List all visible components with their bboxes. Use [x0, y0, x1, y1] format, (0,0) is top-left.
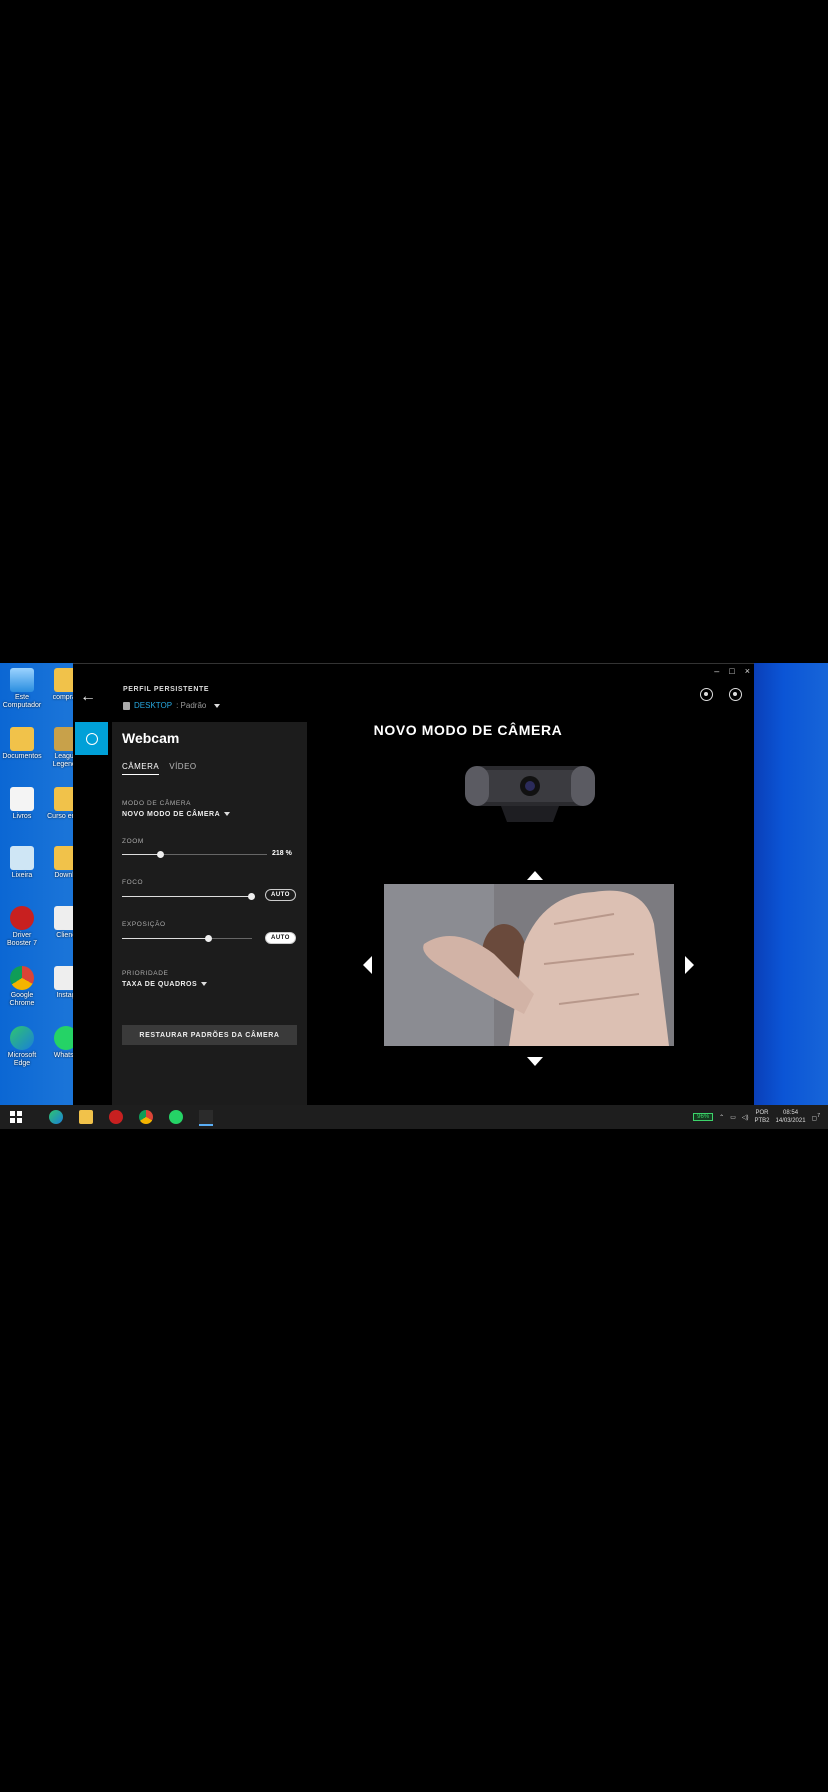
- zoom-slider[interactable]: [122, 851, 267, 858]
- taskbar-ghub-icon[interactable]: [199, 1110, 213, 1126]
- taskbar-chrome-icon[interactable]: [139, 1110, 153, 1124]
- volume-icon[interactable]: ◁): [742, 1114, 749, 1121]
- driver-booster-icon: [10, 906, 34, 930]
- camera-mode-select[interactable]: NOVO MODO DE CÂMERA: [122, 811, 231, 818]
- exposure-label: EXPOSIÇÃO: [122, 921, 166, 928]
- taskbar-file-explorer-icon[interactable]: [79, 1110, 93, 1124]
- profile-sub: : Padrão: [176, 701, 207, 710]
- profile-selector[interactable]: DESKTOP : Padrão: [123, 701, 221, 710]
- left-rail: [73, 722, 110, 1106]
- profile-label: PERFIL PERSISTENTE: [123, 686, 210, 693]
- chevron-down-icon: [224, 812, 231, 817]
- pan-down-button[interactable]: [527, 1057, 543, 1066]
- start-button[interactable]: [9, 1110, 23, 1124]
- windows-icon: [10, 1111, 22, 1123]
- desktop-icon-google-chrome[interactable]: Google Chrome: [0, 966, 44, 1008]
- notification-center-button[interactable]: ▢7: [812, 1113, 820, 1122]
- desktop-icon-microsoft-edge[interactable]: Microsoft Edge: [0, 1026, 44, 1068]
- desktop-icon-este-computador[interactable]: Este Computador: [0, 668, 44, 710]
- main-title: NOVO MODO DE CÂMERA: [373, 722, 563, 738]
- webcam-device-image: [465, 766, 595, 822]
- screen: Este Computador compras Documentos Leagu…: [0, 663, 828, 1129]
- chrome-icon: [10, 966, 34, 990]
- exposure-slider-thumb[interactable]: [204, 935, 212, 942]
- account-icon[interactable]: [729, 688, 742, 701]
- pdf-icon: [10, 787, 34, 811]
- panel-title: Webcam: [122, 730, 180, 746]
- pan-left-button[interactable]: [363, 956, 372, 974]
- zoom-slider-fill: [122, 854, 160, 855]
- desktop-icon-lixeira[interactable]: Lixeira: [0, 846, 44, 880]
- priority-label: PRIORIDADE: [122, 970, 169, 977]
- folder-icon: [10, 727, 34, 751]
- tray-overflow-chevron-icon[interactable]: ⌃: [719, 1114, 724, 1121]
- focus-slider[interactable]: [122, 893, 255, 900]
- zoom-label: ZOOM: [122, 838, 144, 845]
- exposure-slider[interactable]: [122, 935, 252, 942]
- webcam-icon: [85, 732, 98, 745]
- maximize-button[interactable]: □: [729, 666, 734, 676]
- zoom-value: 218 %: [272, 850, 292, 857]
- focus-auto-toggle[interactable]: AUTO: [265, 889, 296, 901]
- network-icon[interactable]: ▭: [730, 1114, 736, 1121]
- taskbar-whatsapp-icon[interactable]: [169, 1110, 183, 1124]
- profile-value: DESKTOP: [134, 701, 173, 710]
- tab-video[interactable]: VÍDEO: [169, 762, 196, 775]
- desktop-icon-documentos[interactable]: Documentos: [0, 727, 44, 761]
- close-button[interactable]: ×: [745, 666, 750, 676]
- taskbar: 96% ⌃ ▭ ◁) POR PTB2 08:54 14/03/2021 ▢7: [0, 1105, 828, 1129]
- camera-feed-image: [384, 884, 674, 1046]
- minimize-button[interactable]: –: [714, 666, 719, 676]
- computer-icon: [10, 668, 34, 692]
- lock-icon: [123, 701, 130, 710]
- exposure-slider-fill: [122, 938, 208, 939]
- rail-item-webcam[interactable]: [75, 722, 108, 755]
- chevron-down-icon: [201, 982, 208, 987]
- tab-camera[interactable]: CÂMERA: [122, 762, 160, 775]
- chevron-down-icon: [214, 703, 221, 708]
- priority-select[interactable]: TAXA DE QUADROS: [122, 981, 208, 988]
- pan-right-button[interactable]: [685, 956, 694, 974]
- desktop-icon-livros[interactable]: Livros: [0, 787, 44, 821]
- taskbar-edge-icon[interactable]: [49, 1110, 63, 1124]
- desktop-background-right: [754, 663, 828, 1105]
- window-controls: – □ ×: [714, 666, 750, 676]
- notification-count: 7: [817, 1112, 820, 1119]
- restore-defaults-button[interactable]: RESTAURAR PADRÕES DA CÂMERA: [122, 1025, 297, 1045]
- recycle-bin-icon: [10, 846, 34, 870]
- zoom-slider-thumb[interactable]: [156, 851, 164, 858]
- tabs: CÂMERA VÍDEO: [122, 762, 197, 775]
- battery-indicator[interactable]: 96%: [693, 1113, 714, 1121]
- desktop-icon-driver-booster[interactable]: Driver Booster 7: [0, 906, 44, 948]
- language-indicator[interactable]: POR PTB2: [755, 1109, 770, 1125]
- gear-icon[interactable]: [700, 688, 713, 701]
- focus-slider-fill: [122, 896, 251, 897]
- clock[interactable]: 08:54 14/03/2021: [776, 1109, 806, 1125]
- camera-preview: [384, 884, 674, 1046]
- settings-panel: Webcam CÂMERA VÍDEO MODO DE CÂMERA NOVO …: [112, 722, 307, 1106]
- focus-slider-thumb[interactable]: [247, 893, 255, 900]
- taskbar-driver-booster-icon[interactable]: [109, 1110, 123, 1124]
- edge-icon: [10, 1026, 34, 1050]
- back-button[interactable]: ←: [80, 688, 96, 706]
- exposure-auto-toggle[interactable]: AUTO: [265, 932, 296, 944]
- top-icons: [700, 688, 742, 701]
- camera-mode-label: MODO DE CÂMERA: [122, 800, 192, 807]
- pan-up-button[interactable]: [527, 871, 543, 880]
- focus-label: FOCO: [122, 879, 144, 886]
- logitech-g-hub-window: – □ × ← PERFIL PERSISTENTE DESKTOP : Pad…: [73, 663, 754, 1106]
- system-tray: 96% ⌃ ▭ ◁) POR PTB2 08:54 14/03/2021 ▢7: [693, 1105, 828, 1129]
